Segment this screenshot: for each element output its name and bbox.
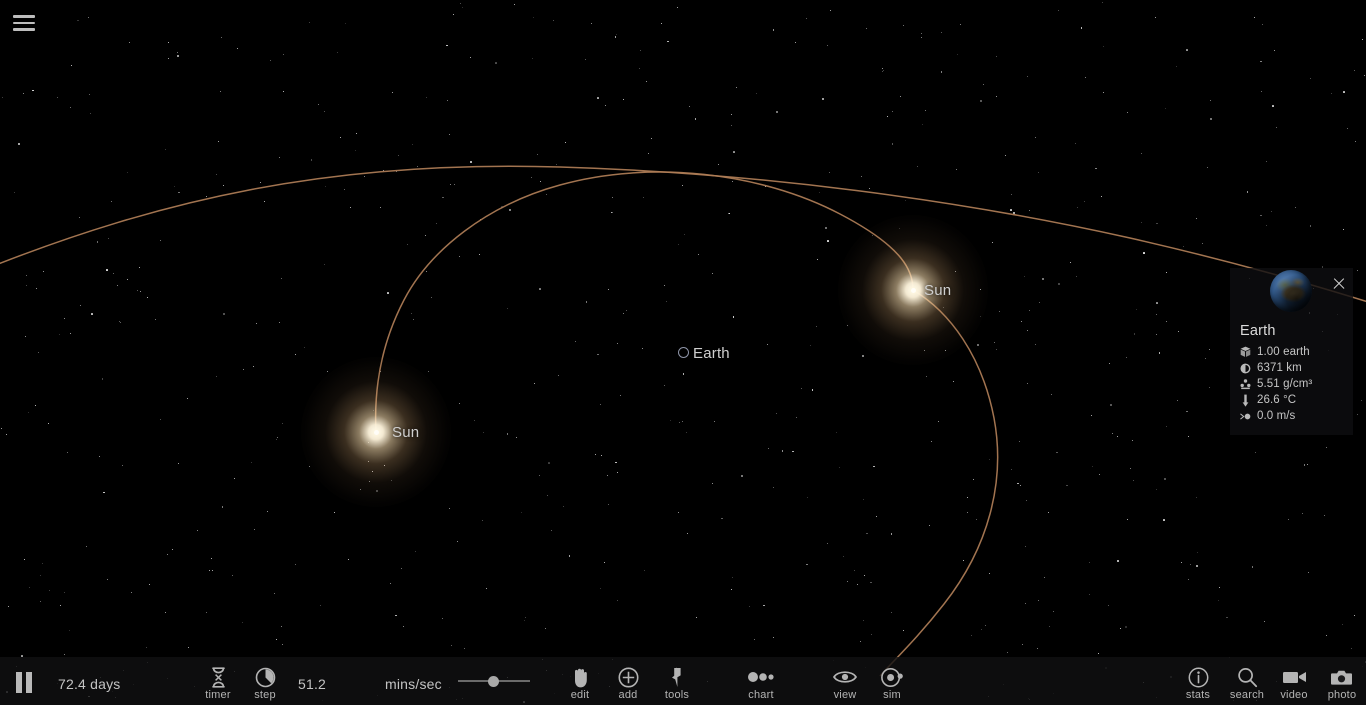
panel-property-list: 1.00 earth 6371 km 5.51 g/cm³ 26.6 °C 0.0 m/…: [1230, 344, 1353, 424]
orbit-trail-upper: [0, 165, 1366, 303]
video-label: video: [1280, 689, 1308, 701]
time-rate-value[interactable]: 51.2: [298, 676, 326, 692]
plus-circle-icon: [618, 666, 639, 688]
selection-ring[interactable]: [677, 346, 689, 358]
body-label-sun: Sun: [392, 424, 420, 441]
view-label: view: [833, 689, 857, 701]
view-button[interactable]: view: [828, 666, 862, 701]
hand-icon: [571, 666, 590, 688]
sim-button[interactable]: sim: [876, 666, 908, 701]
body-label-sun-2: Sun: [924, 282, 952, 299]
panel-row: 1.00 earth: [1230, 344, 1353, 360]
menu-bar-2: [13, 21, 35, 25]
body-label-earth: Earth: [693, 345, 730, 362]
photo-button[interactable]: photo: [1323, 666, 1361, 701]
orbit-icon: [880, 666, 904, 688]
panel-row: 26.6 °C: [1230, 392, 1353, 408]
orbit-trail-spiral: [374, 171, 914, 433]
info-circle-icon: [1188, 666, 1209, 688]
menu-bar-3: [13, 28, 35, 31]
step-label: step: [254, 689, 276, 701]
panel-row-value: 5.51 g/cm³: [1257, 378, 1313, 390]
panel-object-title: Earth: [1240, 323, 1276, 339]
panel-row-value: 0.0 m/s: [1257, 410, 1296, 422]
step-button[interactable]: step: [250, 666, 280, 701]
dots-icon: [748, 666, 774, 688]
mass-icon: [1240, 346, 1251, 358]
simulation-canvas[interactable]: Sun Sun Earth Earth 1.00 earth 6371 km 5.51 …: [0, 0, 1366, 705]
density-icon: [1240, 378, 1251, 390]
edit-label: edit: [570, 689, 590, 701]
panel-thumbnail-area: [1230, 268, 1353, 323]
stats-button[interactable]: stats: [1180, 666, 1216, 701]
search-button[interactable]: search: [1227, 666, 1267, 701]
slider-thumb[interactable]: [487, 676, 499, 687]
menu-bar-1: [13, 15, 35, 18]
hourglass-icon: [210, 666, 227, 688]
velocity-icon: [1240, 410, 1251, 422]
video-button[interactable]: video: [1275, 666, 1313, 701]
time-rate-unit: mins/sec: [385, 676, 442, 692]
pause-bar-right: [26, 672, 32, 693]
pause-bar-left: [16, 672, 22, 693]
wrench-bolt-icon: [670, 666, 684, 688]
search-label: search: [1229, 689, 1265, 701]
add-button[interactable]: add: [612, 666, 644, 701]
camera-icon: [1331, 666, 1353, 688]
bottom-toolbar[interactable]: 72.4 days timer step 51.2 mins/sec edit …: [0, 657, 1366, 705]
add-label: add: [618, 689, 638, 701]
clock-icon: [255, 666, 276, 688]
pause-icon[interactable]: [16, 672, 34, 693]
video-camera-icon: [1282, 666, 1307, 688]
object-info-panel[interactable]: Earth 1.00 earth 6371 km 5.51 g/cm³ 26.6 °C…: [1230, 268, 1353, 435]
magnifier-icon: [1237, 666, 1258, 688]
photo-label: photo: [1327, 689, 1357, 701]
sim-label: sim: [883, 689, 901, 701]
panel-row: 6371 km: [1230, 360, 1353, 376]
stats-label: stats: [1185, 689, 1211, 701]
panel-row: 0.0 m/s: [1230, 408, 1353, 424]
star-core[interactable]: [373, 429, 379, 435]
elapsed-time-display: 72.4 days: [58, 676, 121, 692]
tools-label: tools: [664, 689, 690, 701]
eye-icon: [833, 666, 857, 688]
panel-row: 5.51 g/cm³: [1230, 376, 1353, 392]
tools-button[interactable]: tools: [659, 666, 695, 701]
star-core[interactable]: [910, 287, 916, 293]
timer-button[interactable]: timer: [203, 666, 233, 701]
panel-row-value: 6371 km: [1257, 362, 1302, 374]
timer-label: timer: [205, 689, 231, 701]
chart-label: chart: [748, 689, 774, 701]
hamburger-menu-icon[interactable]: [13, 13, 35, 33]
radius-icon: [1240, 362, 1251, 374]
earth-globe-icon: [1270, 270, 1312, 312]
speed-slider[interactable]: [458, 674, 530, 688]
panel-row-value: 26.6 °C: [1257, 394, 1297, 406]
edit-button[interactable]: edit: [564, 666, 596, 701]
panel-row-value: 1.00 earth: [1257, 346, 1310, 358]
temperature-icon: [1240, 394, 1251, 407]
close-icon[interactable]: [1332, 277, 1346, 291]
chart-button[interactable]: chart: [742, 666, 780, 701]
